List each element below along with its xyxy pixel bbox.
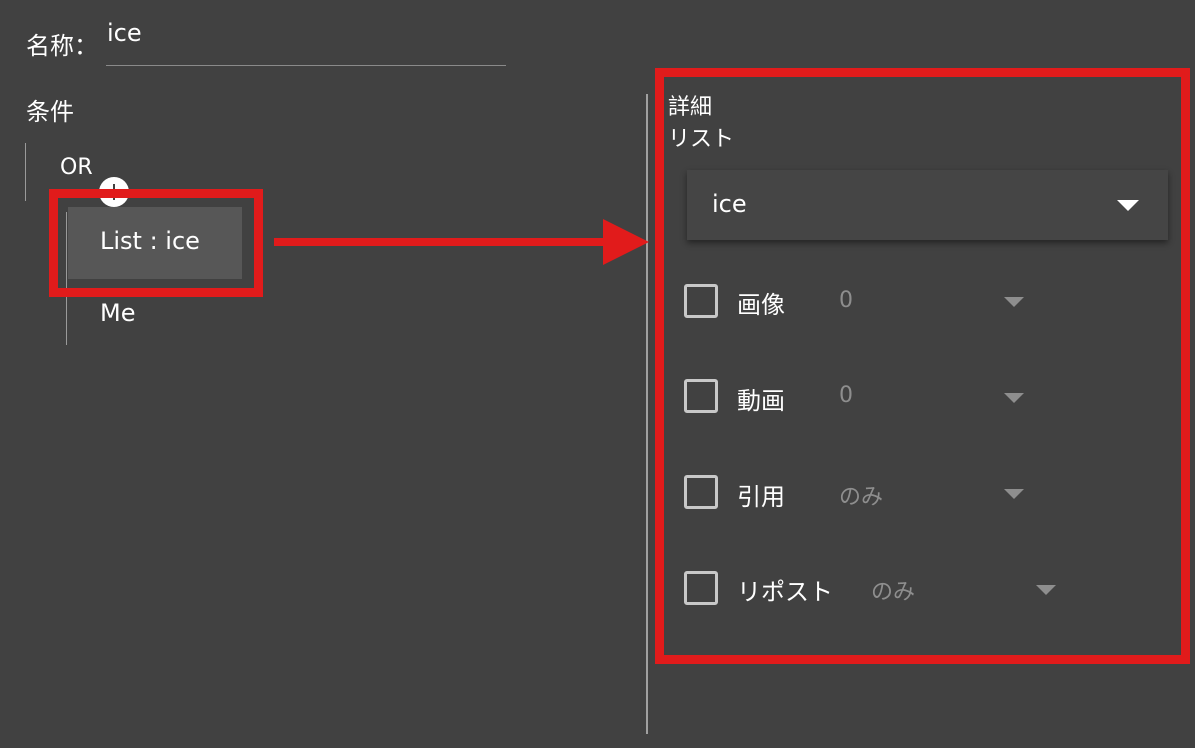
annotation-arrow	[274, 238, 614, 246]
highlight-box-detail	[655, 68, 1190, 664]
highlight-box-condition	[49, 189, 263, 297]
or-group-node[interactable]: OR	[60, 155, 93, 180]
name-label: 名称：	[26, 32, 98, 60]
arrow-right-icon	[603, 219, 649, 265]
conditions-label: 条件	[26, 98, 74, 126]
name-input-value: ice	[107, 19, 142, 47]
tree-connector-line	[25, 143, 26, 201]
condition-node-me[interactable]: Me	[100, 299, 135, 327]
name-input[interactable]	[106, 18, 506, 66]
panel-divider	[646, 94, 648, 734]
